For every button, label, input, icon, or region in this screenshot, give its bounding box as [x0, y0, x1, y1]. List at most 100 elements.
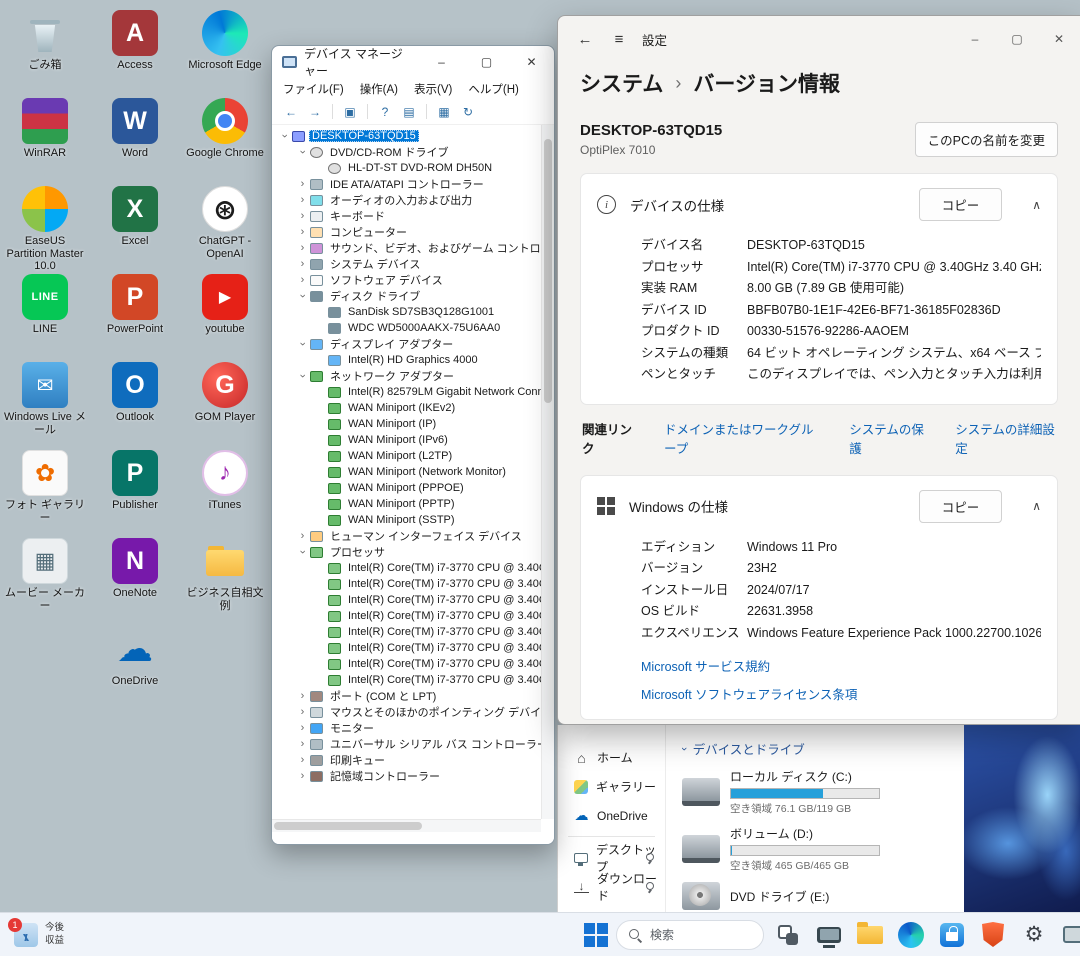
desktop-shortcut-word[interactable]: WWord — [94, 98, 176, 160]
device-tree-item[interactable]: WAN Miniport (PPTP) — [272, 496, 541, 512]
desktop-shortcut-edge[interactable]: Microsoft Edge — [184, 10, 266, 72]
desktop-shortcut-gom[interactable]: GGOM Player — [184, 362, 266, 424]
device-tree-item[interactable]: ›ディスク ドライブ — [272, 288, 541, 304]
expand-chevron-icon[interactable]: › — [296, 226, 309, 238]
device-tree-item[interactable]: Intel(R) Core(TM) i7-3770 CPU @ 3.40GHz — [272, 560, 541, 576]
desktop-shortcut-youtube[interactable]: ▶youtube — [184, 274, 266, 336]
drive-item[interactable]: ボリューム (D:)空き領域 465 GB/465 GB — [682, 825, 964, 873]
scrollbar-thumb[interactable] — [544, 139, 552, 403]
settings-link[interactable]: ドメインまたはワークグループ — [664, 419, 823, 457]
expand-chevron-icon[interactable]: › — [296, 690, 309, 702]
menu-action[interactable]: 操作(A) — [353, 79, 405, 99]
device-tree-item[interactable]: ›プロセッサ — [272, 544, 541, 560]
expand-chevron-icon[interactable]: › — [296, 210, 309, 222]
drive-item[interactable]: ローカル ディスク (C:)空き領域 76.1 GB/119 GB — [682, 768, 964, 816]
desktop-shortcut-folder[interactable]: ビジネス自相文例 — [184, 538, 266, 612]
menu-view[interactable]: 表示(V) — [407, 79, 459, 99]
widgets-button[interactable]: 1 今後 収益 — [0, 913, 76, 956]
device-tree-item[interactable]: ›記憶域コントローラー — [272, 768, 541, 784]
device-manager-titlebar[interactable]: デバイス マネージャー – ▢ ✕ — [272, 46, 554, 78]
device-tree-item[interactable]: WAN Miniport (IKEv2) — [272, 400, 541, 416]
device-tree-item[interactable]: Intel(R) Core(TM) i7-3770 CPU @ 3.40GHz — [272, 656, 541, 672]
device-tree-item[interactable]: WAN Miniport (PPPOE) — [272, 480, 541, 496]
device-tree-item[interactable]: WDC WD5000AAKX-75U6AA0 — [272, 320, 541, 336]
device-tree-item[interactable]: WAN Miniport (IPv6) — [272, 432, 541, 448]
edge-taskbar-icon[interactable] — [894, 918, 928, 952]
device-tree-item[interactable]: ›サウンド、ビデオ、およびゲーム コントローラー — [272, 240, 541, 256]
device-tree-item[interactable]: ›ソフトウェア デバイス — [272, 272, 541, 288]
desktop-shortcut-photo-gallery[interactable]: ✿フォト ギャラリー — [4, 450, 86, 524]
device-tree-item[interactable]: ›システム デバイス — [272, 256, 541, 272]
desktop-shortcut-wlmail[interactable]: ✉Windows Live メール — [4, 362, 86, 436]
device-tree-item[interactable]: Intel(R) 82579LM Gigabit Network Connect… — [272, 384, 541, 400]
settings-link[interactable]: システムの詳細設定 — [955, 419, 1058, 457]
device-tree-item[interactable]: ›モニター — [272, 720, 541, 736]
minimize-button[interactable]: – — [419, 46, 464, 78]
collapse-chevron-icon[interactable]: › — [297, 146, 309, 159]
device-tree-item[interactable]: Intel(R) Core(TM) i7-3770 CPU @ 3.40GHz — [272, 576, 541, 592]
device-tree-item[interactable]: ›ネットワーク アダプター — [272, 368, 541, 384]
device-tree-item[interactable]: Intel(R) Core(TM) i7-3770 CPU @ 3.40GHz — [272, 608, 541, 624]
device-tree-item[interactable]: ›DVD/CD-ROM ドライブ — [272, 144, 541, 160]
file-explorer-taskbar-icon[interactable] — [853, 918, 887, 952]
desktop-shortcut-chatgpt[interactable]: ⊛ChatGPT - OpenAI — [184, 186, 266, 260]
collapse-chevron-icon[interactable]: › — [297, 546, 309, 559]
device-tree-item[interactable]: ›印刷キュー — [272, 752, 541, 768]
computer-taskbar-icon[interactable] — [812, 918, 846, 952]
expand-chevron-icon[interactable]: › — [296, 706, 309, 718]
documentation-icon[interactable]: ▤ — [398, 102, 420, 122]
desktop-shortcut-itunes[interactable]: ♪iTunes — [184, 450, 266, 512]
expand-chevron-icon[interactable]: › — [296, 770, 309, 782]
minimize-button[interactable]: – — [954, 16, 996, 62]
drives-group-header[interactable]: › デバイスとドライブ — [682, 739, 964, 758]
expand-chevron-icon[interactable]: › — [296, 722, 309, 734]
collapse-chevron-icon[interactable]: › — [297, 370, 309, 383]
device-tree-item[interactable]: ›ヒューマン インターフェイス デバイス — [272, 528, 541, 544]
maximize-button[interactable]: ▢ — [996, 16, 1038, 62]
expand-chevron-icon[interactable]: › — [296, 738, 309, 750]
menu-help[interactable]: ヘルプ(H) — [461, 79, 525, 99]
device-tree-item[interactable]: ›DESKTOP-63TQD15 — [272, 128, 541, 144]
brave-taskbar-icon[interactable] — [976, 918, 1010, 952]
start-button[interactable] — [583, 922, 609, 948]
store-taskbar-icon[interactable] — [935, 918, 969, 952]
desktop-shortcut-onedrive[interactable]: ☁OneDrive — [94, 626, 176, 688]
device-tree-item[interactable]: Intel(R) Core(TM) i7-3770 CPU @ 3.40GHz — [272, 672, 541, 688]
expand-chevron-icon[interactable]: › — [296, 258, 309, 270]
settings-taskbar-icon[interactable]: ⚙ — [1017, 918, 1051, 952]
desktop-shortcut-onenote[interactable]: NOneNote — [94, 538, 176, 600]
device-manager-taskbar-icon[interactable] — [1058, 918, 1080, 952]
settings-link[interactable]: Microsoft サービス規約 — [641, 656, 1041, 675]
desktop-shortcut-chrome[interactable]: Google Chrome — [184, 98, 266, 160]
console-pane-icon[interactable]: ▣ — [339, 102, 361, 122]
sidebar-item-desktop[interactable]: デスクトップ — [558, 843, 665, 872]
close-button[interactable]: ✕ — [509, 46, 554, 78]
desktop-shortcut-winrar[interactable]: WinRAR — [4, 98, 86, 160]
copy-device-spec-button[interactable]: コピー — [919, 188, 1003, 221]
copy-windows-spec-button[interactable]: コピー — [919, 490, 1003, 523]
device-tree-item[interactable]: Intel(R) Core(TM) i7-3770 CPU @ 3.40GHz — [272, 640, 541, 656]
expand-chevron-icon[interactable]: › — [296, 194, 309, 206]
expand-chevron-icon[interactable]: › — [296, 754, 309, 766]
device-tree-item[interactable]: ›キーボード — [272, 208, 541, 224]
desktop-shortcut-powerpoint[interactable]: PPowerPoint — [94, 274, 176, 336]
breadcrumb-system[interactable]: システム — [580, 68, 663, 98]
hamburger-menu-icon[interactable]: ≡ — [604, 24, 634, 54]
collapse-chevron-icon[interactable]: › — [297, 338, 309, 351]
desktop-shortcut-recycle-bin[interactable]: ごみ箱 — [4, 10, 86, 72]
maximize-button[interactable]: ▢ — [464, 46, 509, 78]
update-driver-icon[interactable]: ↻ — [457, 102, 479, 122]
collapse-chevron-icon[interactable]: › — [297, 290, 309, 303]
expand-chevron-icon[interactable]: › — [296, 274, 309, 286]
taskbar-search[interactable]: 検索 — [616, 920, 764, 950]
settings-titlebar[interactable]: ← ≡ 設定 – ▢ ✕ — [558, 16, 1080, 62]
scrollbar-thumb[interactable] — [274, 822, 422, 830]
device-tree-item[interactable]: ›コンピューター — [272, 224, 541, 240]
settings-link[interactable]: システムの保護 — [849, 419, 929, 457]
collapse-chevron-icon[interactable]: ∧ — [1032, 198, 1041, 212]
settings-link[interactable]: Microsoft ソフトウェアライセンス条項 — [641, 684, 1041, 703]
nav-back-icon[interactable]: ← — [280, 102, 302, 122]
desktop-shortcut-access[interactable]: AAccess — [94, 10, 176, 72]
device-tree-item[interactable]: ›ディスプレイ アダプター — [272, 336, 541, 352]
device-tree-item[interactable]: Intel(R) HD Graphics 4000 — [272, 352, 541, 368]
